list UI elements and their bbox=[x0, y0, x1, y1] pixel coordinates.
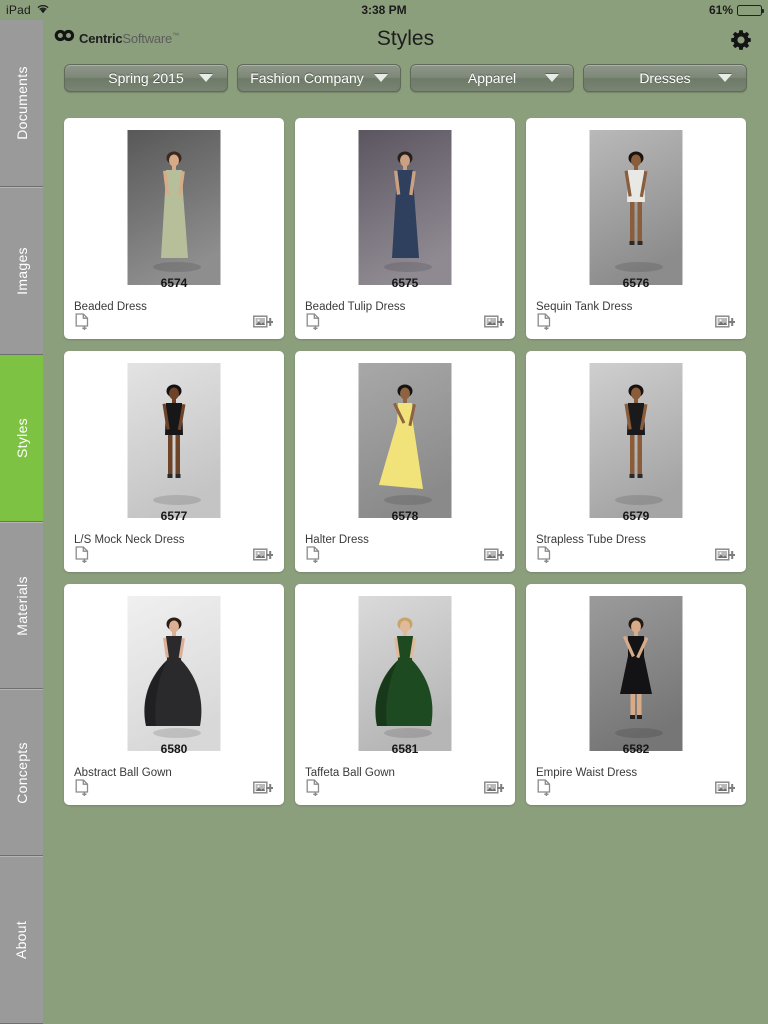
filter-bar: Spring 2015 Fashion Company Apparel Dresses bbox=[43, 58, 768, 98]
card-action-row bbox=[537, 546, 737, 564]
style-card[interactable]: 6575 Beaded Tulip Dress bbox=[295, 118, 515, 339]
status-right-group: 61% bbox=[708, 3, 764, 17]
document-add-icon[interactable] bbox=[306, 779, 321, 797]
style-card[interactable]: 6581 Taffeta Ball Gown bbox=[295, 584, 515, 805]
style-thumbnail[interactable] bbox=[358, 363, 452, 518]
styles-grid: 6574 Beaded Dress 6575 Beaded Tulip Dress bbox=[64, 118, 748, 805]
sidebar-item-concepts[interactable]: Concepts bbox=[0, 689, 43, 857]
sidebar-item-label: Documents bbox=[13, 66, 30, 140]
app-header: CentricSoftware™ Styles bbox=[43, 20, 768, 58]
style-thumbnail[interactable] bbox=[358, 596, 452, 751]
season-filter[interactable]: Spring 2015 bbox=[64, 64, 228, 92]
filter-value: Apparel bbox=[467, 70, 517, 86]
style-id: 6581 bbox=[391, 742, 419, 756]
chevron-down-icon bbox=[545, 74, 559, 82]
image-add-icon[interactable] bbox=[484, 780, 506, 796]
main-sidebar: Documents Images Styles Materials Concepts Ab… bbox=[0, 20, 43, 1024]
style-name: Beaded Dress bbox=[74, 301, 147, 313]
document-add-icon[interactable] bbox=[306, 313, 321, 331]
style-id: 6580 bbox=[160, 742, 188, 756]
document-add-icon[interactable] bbox=[75, 546, 90, 564]
style-thumbnail[interactable] bbox=[589, 130, 683, 285]
sidebar-item-about[interactable]: About bbox=[0, 856, 43, 1024]
style-name: L/S Mock Neck Dress bbox=[74, 534, 185, 546]
style-id: 6576 bbox=[622, 276, 650, 290]
document-add-icon[interactable] bbox=[75, 313, 90, 331]
card-action-row bbox=[306, 779, 506, 797]
image-add-icon[interactable] bbox=[253, 547, 275, 563]
document-add-icon[interactable] bbox=[537, 779, 552, 797]
style-card[interactable]: 6582 Empire Waist Dress bbox=[526, 584, 746, 805]
company-filter[interactable]: Fashion Company bbox=[237, 64, 401, 92]
sidebar-item-label: About bbox=[13, 921, 30, 960]
image-add-icon[interactable] bbox=[484, 547, 506, 563]
sidebar-item-label: Concepts bbox=[13, 742, 30, 804]
document-add-icon[interactable] bbox=[75, 779, 90, 797]
style-id: 6575 bbox=[391, 276, 419, 290]
image-add-icon[interactable] bbox=[715, 780, 737, 796]
sidebar-item-label: Images bbox=[13, 247, 30, 295]
style-name: Halter Dress bbox=[305, 534, 369, 546]
sidebar-item-label: Materials bbox=[13, 575, 30, 636]
style-name: Beaded Tulip Dress bbox=[305, 301, 406, 313]
style-id: 6578 bbox=[391, 509, 419, 523]
card-action-row bbox=[306, 546, 506, 564]
battery-icon bbox=[737, 4, 764, 16]
style-id: 6579 bbox=[622, 509, 650, 523]
style-thumbnail[interactable] bbox=[358, 130, 452, 285]
subcategory-filter[interactable]: Dresses bbox=[583, 64, 747, 92]
document-add-icon[interactable] bbox=[306, 546, 321, 564]
sidebar-item-label: Styles bbox=[13, 418, 30, 459]
document-add-icon[interactable] bbox=[537, 546, 552, 564]
style-name: Sequin Tank Dress bbox=[536, 301, 633, 313]
style-card[interactable]: 6576 Sequin Tank Dress bbox=[526, 118, 746, 339]
image-add-icon[interactable] bbox=[715, 547, 737, 563]
gear-icon[interactable] bbox=[729, 28, 753, 52]
image-add-icon[interactable] bbox=[253, 780, 275, 796]
sidebar-item-styles[interactable]: Styles bbox=[0, 354, 43, 522]
card-action-row bbox=[306, 313, 506, 331]
style-card[interactable]: 6579 Strapless Tube Dress bbox=[526, 351, 746, 572]
card-action-row bbox=[75, 779, 275, 797]
page-title: Styles bbox=[376, 27, 435, 50]
card-action-row bbox=[537, 779, 737, 797]
style-thumbnail[interactable] bbox=[127, 596, 221, 751]
chevron-down-icon bbox=[199, 74, 213, 82]
style-name: Strapless Tube Dress bbox=[536, 534, 646, 546]
style-card[interactable]: 6577 L/S Mock Neck Dress bbox=[64, 351, 284, 572]
ios-status-bar: iPad 3:38 PM 61% bbox=[0, 0, 768, 20]
document-add-icon[interactable] bbox=[537, 313, 552, 331]
style-id: 6574 bbox=[160, 276, 188, 290]
card-action-row bbox=[75, 546, 275, 564]
status-bar-clock: 3:38 PM bbox=[361, 3, 407, 17]
filter-value: Dresses bbox=[639, 70, 691, 86]
style-name: Taffeta Ball Gown bbox=[305, 767, 395, 779]
style-card[interactable]: 6580 Abstract Ball Gown bbox=[64, 584, 284, 805]
image-add-icon[interactable] bbox=[253, 314, 275, 330]
chevron-down-icon bbox=[373, 74, 388, 82]
style-card[interactable]: 6578 Halter Dress bbox=[295, 351, 515, 572]
style-name: Empire Waist Dress bbox=[536, 767, 638, 779]
image-add-icon[interactable] bbox=[715, 314, 737, 330]
battery-percent-label: 61% bbox=[708, 3, 733, 17]
chevron-down-icon bbox=[718, 74, 732, 82]
card-action-row bbox=[537, 313, 737, 331]
style-thumbnail[interactable] bbox=[589, 363, 683, 518]
image-add-icon[interactable] bbox=[484, 314, 506, 330]
sidebar-item-materials[interactable]: Materials bbox=[0, 521, 43, 690]
filter-value: Spring 2015 bbox=[108, 70, 184, 86]
style-name: Abstract Ball Gown bbox=[74, 767, 172, 779]
filter-value: Fashion Company bbox=[250, 70, 364, 86]
style-card[interactable]: 6574 Beaded Dress bbox=[64, 118, 284, 339]
style-id: 6577 bbox=[160, 509, 188, 523]
style-thumbnail[interactable] bbox=[589, 596, 683, 751]
style-thumbnail[interactable] bbox=[127, 130, 221, 285]
card-action-row bbox=[75, 313, 275, 331]
style-id: 6582 bbox=[622, 742, 650, 756]
category-filter[interactable]: Apparel bbox=[410, 64, 574, 92]
sidebar-item-documents[interactable]: Documents bbox=[0, 20, 43, 188]
sidebar-item-images[interactable]: Images bbox=[0, 187, 43, 355]
style-thumbnail[interactable] bbox=[127, 363, 221, 518]
